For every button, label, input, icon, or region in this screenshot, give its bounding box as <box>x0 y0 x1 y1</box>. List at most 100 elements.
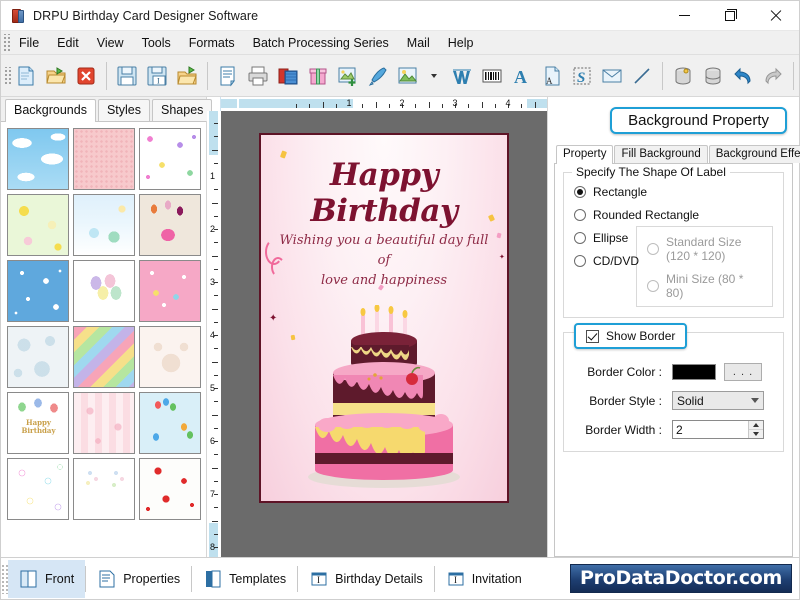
design-surface[interactable]: ✦ ✦ Happy Birthday Wishing you a beautif… <box>221 111 547 557</box>
insert-image-icon[interactable] <box>333 59 363 93</box>
card-title[interactable]: Happy Birthday <box>261 157 507 229</box>
background-thumb-pastel-flowers[interactable] <box>139 128 201 190</box>
radio-rectangle[interactable]: Rectangle <box>574 185 773 199</box>
gift-icon[interactable] <box>303 59 333 93</box>
border-color-browse-button[interactable]: . . . <box>724 363 762 381</box>
horizontal-ruler[interactable]: 12345 <box>221 97 547 111</box>
radio-mini-size[interactable]: Mini Size (80 * 80) <box>647 272 764 300</box>
database-batch-icon[interactable] <box>698 59 728 93</box>
v-ruler-tick <box>214 189 218 190</box>
background-thumb-balloon-bunches[interactable] <box>73 458 135 520</box>
tab-fill-background[interactable]: Fill Background <box>614 145 707 163</box>
v-ruler-label: 5 <box>210 383 215 393</box>
open-folder-icon[interactable] <box>41 59 71 93</box>
background-thumb-pink-hearts-stripes[interactable] <box>73 392 135 454</box>
text-box-icon[interactable]: A <box>537 59 567 93</box>
horizontal-ruler-row: 12345 <box>207 97 547 111</box>
statusbar-drag-handle[interactable] <box>1 564 8 594</box>
tab-property[interactable]: Property <box>556 145 613 164</box>
menu-item-formats[interactable]: Formats <box>180 33 244 53</box>
statusbar-item-birthday-details[interactable]: I Birthday Details <box>298 560 434 598</box>
toolbar-drag-handle[interactable] <box>3 67 11 85</box>
menu-drag-handle[interactable] <box>2 34 10 52</box>
menu-item-batch-processing-series[interactable]: Batch Processing Series <box>244 33 398 53</box>
background-thumb-winter-snowman[interactable] <box>73 194 135 256</box>
chevron-up-icon <box>753 423 759 427</box>
pen-tool-icon[interactable] <box>363 59 393 93</box>
background-thumb-outlined-hearts[interactable] <box>7 458 69 520</box>
background-thumb-happy-birthday-balloons[interactable]: HappyBirthday <box>7 392 69 454</box>
menu-item-file[interactable]: File <box>10 33 48 53</box>
background-thumb-teddy-bear[interactable] <box>139 326 201 388</box>
card-shape-icon[interactable] <box>273 59 303 93</box>
maximize-button[interactable] <box>707 1 753 31</box>
spin-down-button[interactable] <box>749 430 763 438</box>
background-thumb-sky-clouds[interactable] <box>7 128 69 190</box>
border-color-swatch[interactable] <box>672 364 716 380</box>
background-thumb-bubbles[interactable] <box>7 326 69 388</box>
birthday-card[interactable]: ✦ ✦ Happy Birthday Wishing you a beautif… <box>259 133 509 503</box>
card-message[interactable]: Wishing you a beautiful day full of love… <box>275 231 493 291</box>
text-art-icon[interactable] <box>447 59 477 93</box>
save-icon[interactable] <box>112 59 142 93</box>
statusbar-label-birthday-details: Birthday Details <box>335 572 423 586</box>
border-width-value[interactable]: 2 <box>673 423 748 437</box>
h-ruler-tick <box>495 104 496 108</box>
close-document-icon[interactable] <box>71 59 101 93</box>
database-icon[interactable] <box>668 59 698 93</box>
menu-item-tools[interactable]: Tools <box>133 33 180 53</box>
text-icon[interactable]: A <box>507 59 537 93</box>
menu-item-view[interactable]: View <box>88 33 133 53</box>
menu-item-help[interactable]: Help <box>439 33 483 53</box>
statusbar-item-properties[interactable]: Properties <box>86 560 191 598</box>
background-thumb-yellow-daisies[interactable] <box>7 194 69 256</box>
print-icon[interactable] <box>243 59 273 93</box>
statusbar-item-invitation[interactable]: I Invitation <box>435 560 533 598</box>
tab-styles[interactable]: Styles <box>98 99 150 121</box>
vertical-ruler[interactable]: 12345678 <box>207 111 221 557</box>
export-icon[interactable] <box>172 59 202 93</box>
menu-item-edit[interactable]: Edit <box>48 33 88 53</box>
signature-icon[interactable]: S <box>567 59 597 93</box>
radio-rounded-rectangle[interactable]: Rounded Rectangle <box>574 208 773 222</box>
brand-logo[interactable]: ProDataDoctor.com <box>570 564 792 593</box>
statusbar-label-templates: Templates <box>229 572 286 586</box>
background-thumb-colorful-balloons[interactable] <box>139 392 201 454</box>
line-tool-icon[interactable] <box>627 59 657 93</box>
h-ruler-label: 2 <box>399 97 404 110</box>
background-thumb-red-hearts[interactable] <box>139 458 201 520</box>
statusbar-item-templates[interactable]: Templates <box>192 560 297 598</box>
background-thumb-blue-stars[interactable] <box>7 260 69 322</box>
spin-up-button[interactable] <box>749 421 763 430</box>
redo-icon[interactable] <box>758 59 788 93</box>
close-button[interactable] <box>753 1 799 31</box>
tab-backgrounds[interactable]: Backgrounds <box>5 99 96 122</box>
save-as-icon[interactable]: I <box>142 59 172 93</box>
background-thumb-pink-texture[interactable] <box>73 128 135 190</box>
undo-icon[interactable] <box>728 59 758 93</box>
shape-of-label-group: Specify The Shape Of Label Rectangle Rou… <box>563 172 784 318</box>
tab-shapes[interactable]: Shapes <box>152 99 212 121</box>
properties-icon <box>97 569 117 589</box>
page-setup-icon[interactable] <box>213 59 243 93</box>
show-border-checkbox[interactable]: Show Border <box>574 323 687 349</box>
watermark-icon[interactable] <box>393 59 423 93</box>
statusbar-item-front[interactable]: Front <box>8 560 85 598</box>
email-icon[interactable] <box>597 59 627 93</box>
minimize-button[interactable] <box>661 1 707 31</box>
new-document-icon[interactable] <box>11 59 41 93</box>
tab-background-effects[interactable]: Background Effects <box>709 145 800 163</box>
invitation-icon: I <box>446 569 466 589</box>
barcode-icon[interactable] <box>477 59 507 93</box>
radio-standard-size[interactable]: Standard Size (120 * 120) <box>647 235 764 263</box>
border-style-select[interactable]: Solid <box>672 391 764 410</box>
menu-item-mail[interactable]: Mail <box>398 33 439 53</box>
radio-cd-dvd-label: CD/DVD <box>593 254 639 268</box>
background-thumb-pastel-balloons[interactable] <box>73 260 135 322</box>
border-width-stepper[interactable]: 2 <box>672 420 764 439</box>
background-thumb-rainbow-gradient[interactable] <box>73 326 135 388</box>
background-thumb-pink-gifts-balloons[interactable] <box>139 260 201 322</box>
background-thumb-bird-balloons[interactable] <box>139 194 201 256</box>
watermark-dropdown-arrow[interactable] <box>423 59 447 93</box>
birthday-cake-art[interactable] <box>289 305 479 495</box>
